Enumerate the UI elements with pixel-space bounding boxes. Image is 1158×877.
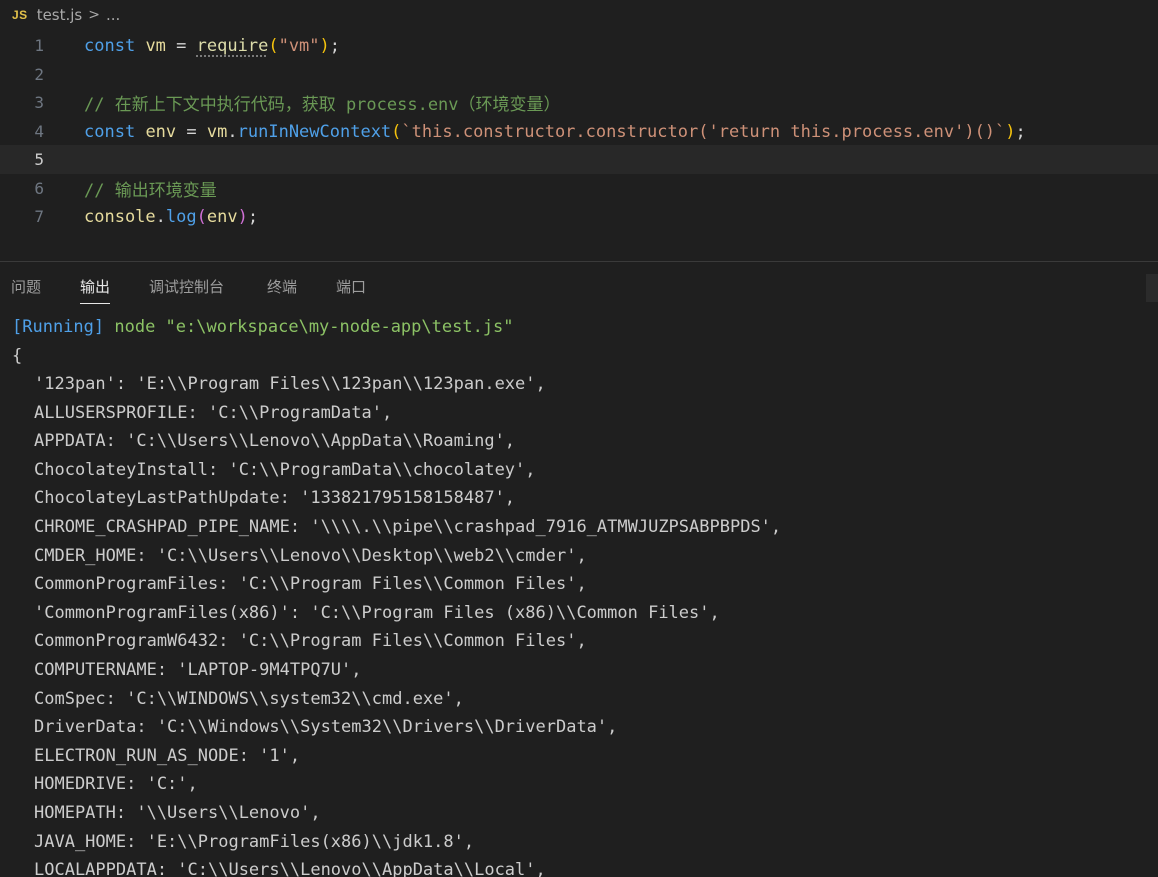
output-line: HOMEDRIVE: 'C:',	[34, 774, 198, 795]
breadcrumb-more[interactable]: ...	[106, 6, 120, 24]
line-number: 6	[34, 179, 44, 198]
tab-problems[interactable]: 问题	[11, 276, 41, 303]
output-line: '123pan': 'E:\\Program Files\\123pan\\12…	[34, 374, 546, 394]
breadcrumb: JS test.js > ...	[0, 0, 1158, 30]
line-number: 5	[34, 150, 44, 169]
output-line: CommonProgramFiles: 'C:\\Program Files\\…	[34, 574, 587, 595]
line-number: 2	[34, 65, 44, 84]
output-line: CommonProgramW6432: 'C:\\Program Files\\…	[34, 631, 587, 652]
output-line: ALLUSERSPROFILE: 'C:\\ProgramData',	[34, 402, 393, 423]
output-open-brace: {	[12, 346, 23, 366]
line-number: 3	[34, 93, 44, 112]
chevron-right-icon: >	[88, 7, 100, 23]
output-line: ELECTRON_RUN_AS_NODE: '1',	[34, 745, 301, 766]
code-comment: // 输出环境变量	[84, 181, 217, 201]
tab-ports[interactable]: 端口	[336, 276, 366, 303]
code-line-5-current[interactable]: 5	[0, 145, 1158, 174]
output-running-line: [Running] node "e:\workspace\my-node-app…	[12, 317, 514, 337]
breadcrumb-file[interactable]: test.js	[37, 6, 83, 24]
code-line-4[interactable]: 4 const env = vm.runInNewContext(`this.c…	[0, 117, 1158, 146]
output-line: ChocolateyLastPathUpdate: '1338217951581…	[34, 488, 516, 509]
code-text: console.log(env);	[84, 206, 259, 227]
code-line-6[interactable]: 6 // 输出环境变量	[0, 174, 1158, 203]
tab-terminal[interactable]: 终端	[267, 276, 297, 303]
code-line-1[interactable]: 1 const vm = require("vm");	[0, 31, 1158, 60]
output-line: DriverData: 'C:\\Windows\\System32\\Driv…	[34, 717, 618, 738]
code-text: const vm = require("vm");	[84, 35, 341, 56]
tab-debug-console[interactable]: 调试控制台	[149, 276, 224, 303]
output-line: LOCALAPPDATA: 'C:\\Users\\Lenovo\\AppDat…	[34, 860, 546, 877]
line-number: 1	[34, 36, 44, 55]
code-editor[interactable]: 1 const vm = require("vm"); 2 3 // 在新上下文…	[0, 30, 1158, 260]
output-line: COMPUTERNAME: 'LAPTOP-9M4TPQ7U',	[34, 660, 362, 680]
output-line: APPDATA: 'C:\\Users\\Lenovo\\AppData\\Ro…	[34, 431, 516, 452]
code-comment: // 在新上下文中执行代码，获取 process.env（环境变量）	[84, 95, 561, 115]
panel-tab-bar: 问题 输出 调试控制台 终端 端口	[0, 262, 1158, 308]
code-line-3[interactable]: 3 // 在新上下文中执行代码，获取 process.env（环境变量）	[0, 88, 1158, 117]
output-line: ComSpec: 'C:\\WINDOWS\\system32\\cmd.exe…	[34, 688, 464, 709]
line-number: 4	[34, 122, 44, 141]
code-line-7[interactable]: 7 console.log(env);	[0, 202, 1158, 231]
output-line: CMDER_HOME: 'C:\\Users\\Lenovo\\Desktop\…	[34, 545, 587, 566]
output-line: 'CommonProgramFiles(x86)': 'C:\\Program …	[34, 602, 720, 623]
output-line: ChocolateyInstall: 'C:\\ProgramData\\cho…	[34, 459, 536, 480]
javascript-file-icon: JS	[12, 8, 28, 22]
line-number: 7	[34, 207, 44, 226]
panel-scrollbar[interactable]	[1146, 274, 1158, 302]
output-line: CHROME_CRASHPAD_PIPE_NAME: '\\\\.\\pipe\…	[34, 517, 782, 537]
output-line: HOMEPATH: '\\Users\\Lenovo',	[34, 803, 321, 823]
code-line-2[interactable]: 2	[0, 60, 1158, 89]
code-text: const env = vm.runInNewContext(`this.con…	[84, 121, 1026, 142]
output-panel[interactable]: [Running] node "e:\workspace\my-node-app…	[0, 312, 1158, 877]
tab-output[interactable]: 输出	[80, 276, 111, 304]
output-line: JAVA_HOME: 'E:\\ProgramFiles(x86)\\jdk1.…	[34, 831, 475, 852]
